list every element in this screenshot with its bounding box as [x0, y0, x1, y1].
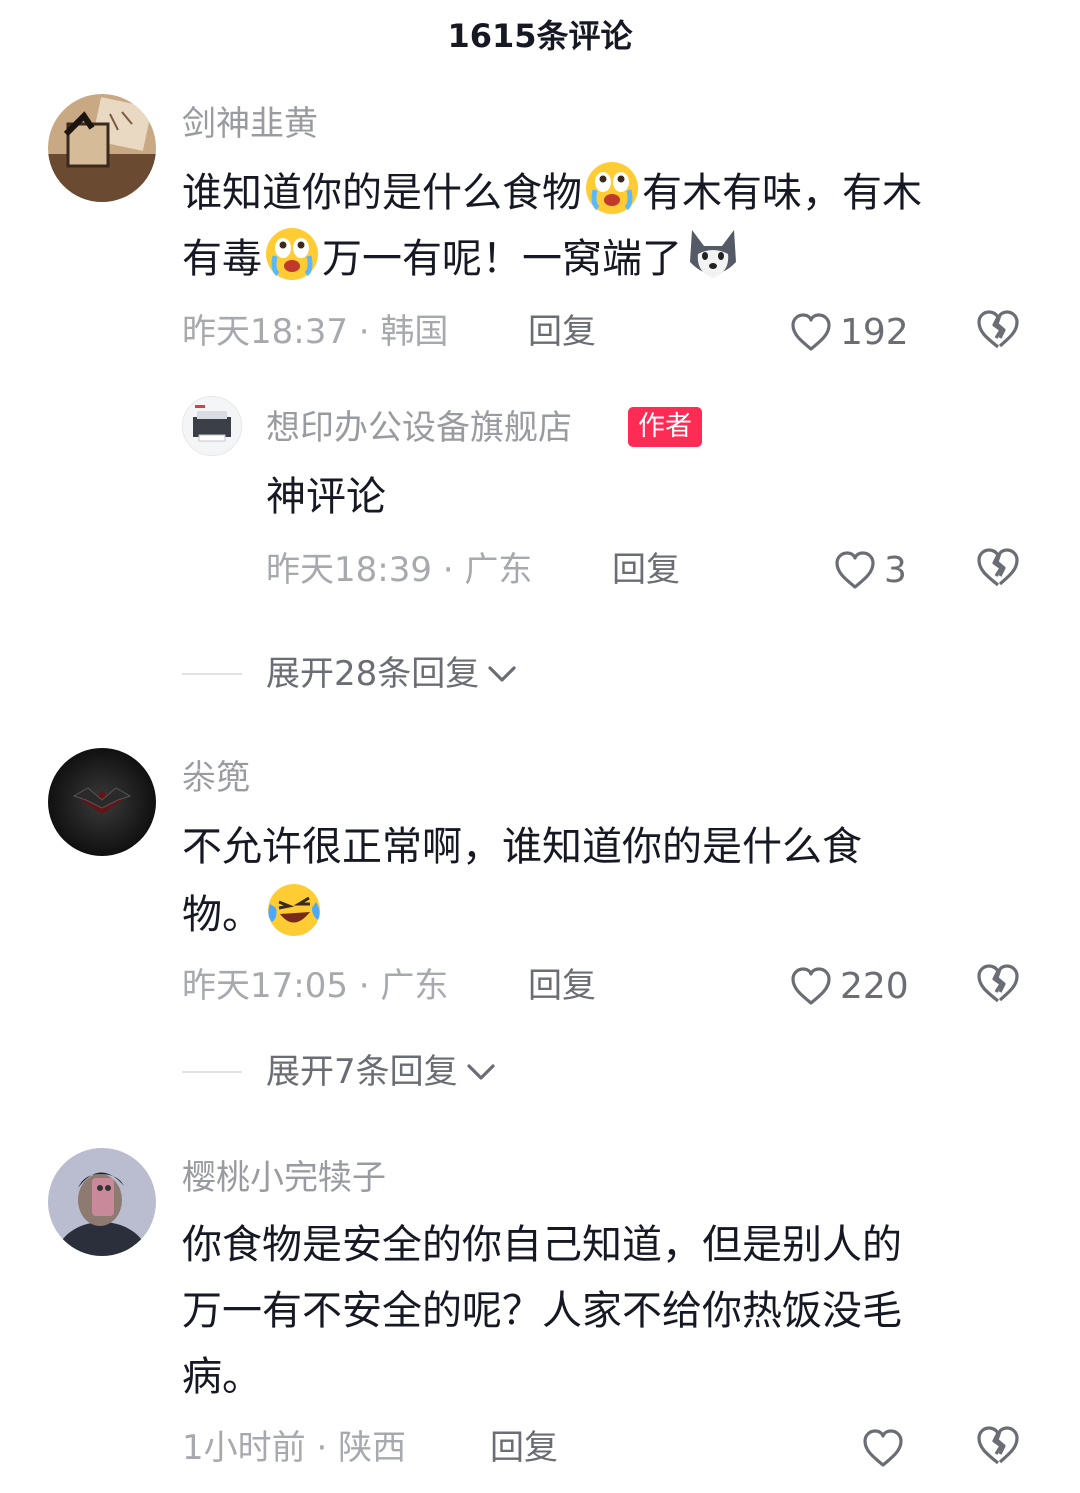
comment-text-line: 病。 [182, 1354, 262, 1400]
like-count: 220 [840, 965, 909, 1007]
expand-replies-button[interactable]: 展开7条回复 [266, 1050, 496, 1094]
broken-heart-icon [977, 310, 1019, 349]
avatar[interactable] [48, 1148, 156, 1256]
expand-divider [182, 673, 242, 675]
dislike-button[interactable] [976, 546, 1020, 590]
comment-username[interactable]: 樱桃小完犊子 [182, 1156, 386, 1200]
comment-text-line: 谁知道你的是什么食物 有木有味，有木 [182, 160, 922, 236]
like-button[interactable] [862, 1426, 912, 1470]
like-count: 3 [884, 549, 907, 591]
chevron-down-icon [488, 666, 516, 682]
comments-count-title: 1615条评论 [447, 17, 633, 55]
avatar[interactable] [48, 94, 156, 202]
like-button[interactable]: 3 [834, 548, 907, 592]
heart-outline-icon [835, 551, 875, 589]
broken-heart-icon [977, 548, 1019, 587]
comment-text-line: 物。 [182, 880, 326, 958]
dislike-button[interactable] [976, 962, 1020, 1006]
reply-button[interactable]: 回复 [612, 548, 680, 592]
reply-button[interactable]: 回复 [528, 310, 596, 354]
like-button[interactable]: 220 [790, 964, 909, 1008]
comment-meta: 1小时前 · 陕西 [182, 1428, 407, 1468]
reply-button[interactable]: 回复 [528, 964, 596, 1008]
author-badge: 作者 [628, 407, 702, 447]
comment-text-line: 你食物是安全的你自己知道，但是别人的 [182, 1222, 902, 1268]
dislike-button[interactable] [976, 1424, 1020, 1468]
reply-username[interactable]: 想印办公设备旗舰店 [266, 406, 572, 450]
laughing-tears-emoji [264, 880, 324, 958]
heart-outline-icon [863, 1429, 903, 1467]
reply-text: 神评论 [266, 474, 386, 520]
heart-outline-icon [791, 313, 831, 351]
husky-dog-emoji [684, 226, 742, 302]
comment-text-line: 万一有不安全的呢？人家不给你热饭没毛 [182, 1288, 902, 1334]
like-button[interactable]: 192 [790, 310, 909, 354]
comment-text-line: 不允许很正常啊，谁知道你的是什么食 [182, 824, 862, 870]
broken-heart-icon [977, 964, 1019, 1003]
expand-replies-button[interactable]: 展开28条回复 [266, 652, 517, 696]
comment-username[interactable]: 尜篼 [182, 756, 250, 800]
comment-username[interactable]: 剑神韭黄 [182, 102, 318, 146]
broken-heart-icon [977, 1426, 1019, 1465]
crying-face-emoji [264, 226, 320, 302]
chevron-down-icon [467, 1064, 495, 1080]
avatar[interactable] [48, 748, 156, 856]
comment-meta: 昨天17:05 · 广东 [182, 966, 449, 1006]
crying-face-emoji [584, 160, 640, 236]
expand-divider [182, 1071, 242, 1073]
like-count: 192 [840, 311, 909, 353]
reply-meta: 昨天18:39 · 广东 [266, 550, 533, 590]
reply-button[interactable]: 回复 [490, 1426, 558, 1470]
avatar[interactable] [182, 396, 242, 456]
comment-meta: 昨天18:37 · 韩国 [182, 312, 449, 352]
comment-text-line: 有毒 万一有呢！一窝端了 [182, 226, 744, 302]
heart-outline-icon [791, 967, 831, 1005]
dislike-button[interactable] [976, 308, 1020, 352]
